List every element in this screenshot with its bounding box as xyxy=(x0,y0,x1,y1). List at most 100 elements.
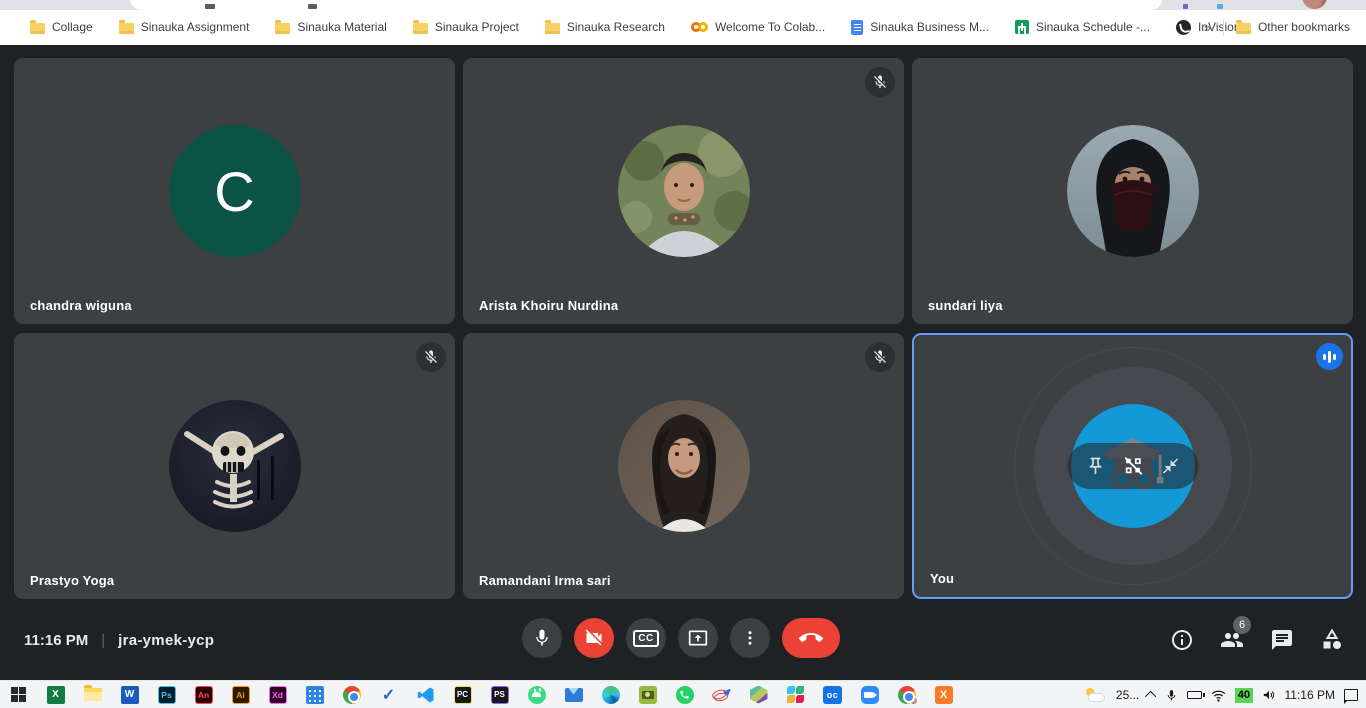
taskbar-android-studio[interactable] xyxy=(518,681,555,708)
participant-name: Prastyo Yoga xyxy=(30,573,114,588)
sheets-icon xyxy=(1015,20,1029,34)
participant-tile-arista[interactable]: Arista Khoiru Nurdina xyxy=(463,58,904,324)
taskbar-file-explorer[interactable] xyxy=(74,681,111,708)
action-center-icon[interactable] xyxy=(1344,689,1358,701)
photo-avatar xyxy=(618,125,750,257)
excel-icon: X xyxy=(47,686,65,704)
show-participants-button[interactable]: 6 xyxy=(1220,628,1244,652)
captions-button[interactable]: CC xyxy=(626,618,666,658)
mic-off-icon xyxy=(423,349,439,365)
taskbar-calendar-app[interactable] xyxy=(296,681,333,708)
bookmark-label: Welcome To Colab... xyxy=(715,20,825,34)
mic-icon xyxy=(532,628,552,648)
avatar-initial: C xyxy=(214,159,254,224)
tray-mic-icon[interactable] xyxy=(1165,689,1178,702)
chat-icon xyxy=(1270,628,1294,652)
taskbar-oc-app[interactable]: oc xyxy=(814,681,851,708)
extension-icon-partial[interactable] xyxy=(1217,4,1223,9)
bookmarks-overflow-chevron[interactable]: » xyxy=(1204,20,1211,35)
other-bookmarks-button[interactable]: Other bookmarks xyxy=(1236,20,1350,34)
bookmark-collage[interactable]: Collage xyxy=(30,20,93,34)
screen: Collage Sinauka Assignment Sinauka Mater… xyxy=(0,0,1366,708)
folder-icon xyxy=(1236,23,1251,34)
bookmark-sinauka-schedule[interactable]: Sinauka Schedule -... xyxy=(1015,20,1150,34)
blue-check-icon: ✓ xyxy=(382,685,395,705)
participant-tile-ramandani[interactable]: Ramandani Irma sari xyxy=(463,333,904,599)
weather-temp[interactable]: 25... xyxy=(1116,688,1139,702)
phpstorm-icon: PS xyxy=(491,686,509,704)
bookmark-label: Sinauka Assignment xyxy=(141,20,250,34)
browser-profile-avatar[interactable] xyxy=(1302,0,1327,9)
taskbar-animate[interactable]: An xyxy=(185,681,222,708)
taskbar-illustrator[interactable]: Ai xyxy=(222,681,259,708)
oc-blue-icon: oc xyxy=(823,686,842,704)
bookmark-sinauka-assignment[interactable]: Sinauka Assignment xyxy=(119,20,250,34)
pycharm-icon: PC xyxy=(454,686,472,704)
chat-button[interactable] xyxy=(1270,628,1294,652)
taskbar-vscode[interactable] xyxy=(407,681,444,708)
extension-icon-partial[interactable] xyxy=(1183,4,1188,9)
bookmark-sinauka-project[interactable]: Sinauka Project xyxy=(413,20,519,34)
taskbar-mail[interactable] xyxy=(555,681,592,708)
participant-name: Ramandani Irma sari xyxy=(479,573,611,588)
start-button[interactable] xyxy=(0,681,37,708)
bookmark-welcome-to-colab[interactable]: Welcome To Colab... xyxy=(691,20,825,34)
bookmark-label: Sinauka Project xyxy=(435,20,519,34)
taskbar-edge[interactable] xyxy=(592,681,629,708)
taskbar-slack[interactable] xyxy=(777,681,814,708)
colab-icon xyxy=(691,22,708,33)
taskbar-todo-app[interactable]: ✓ xyxy=(370,681,407,708)
taskbar-chrome-active[interactable] xyxy=(888,681,925,708)
taskbar-camera-app[interactable] xyxy=(629,681,666,708)
participant-tile-chandra-wiguna[interactable]: C chandra wiguna xyxy=(14,58,455,324)
browser-toolbar-partial xyxy=(0,0,1366,10)
taskbar-excel[interactable]: X xyxy=(37,681,74,708)
mic-button[interactable] xyxy=(522,618,562,658)
meeting-clock: 11:16 PM xyxy=(24,632,88,649)
camera-off-button[interactable] xyxy=(574,618,614,658)
unpin-grid-icon[interactable] xyxy=(1123,455,1145,477)
leave-call-button[interactable] xyxy=(782,618,840,658)
profile-overlay-badge xyxy=(909,696,918,705)
taskbar-xampp[interactable]: X xyxy=(925,681,962,708)
bookmarks-right-group: » Other bookmarks xyxy=(1204,10,1350,44)
taskbar-photoshop[interactable]: Ps xyxy=(148,681,185,708)
pin-icon[interactable] xyxy=(1086,456,1106,476)
bookmark-sinauka-business[interactable]: Sinauka Business M... xyxy=(851,20,989,35)
participant-tile-you[interactable]: You xyxy=(912,333,1353,599)
taskbar-word[interactable]: W xyxy=(111,681,148,708)
taskbar-video-app[interactable] xyxy=(851,681,888,708)
wifi-icon[interactable] xyxy=(1211,689,1226,702)
taskbar-phpstorm[interactable]: PS xyxy=(481,681,518,708)
more-options-button[interactable] xyxy=(730,618,770,658)
taskbar-hexagon-app[interactable] xyxy=(740,681,777,708)
battery-percent-badge[interactable]: 40 xyxy=(1235,688,1252,703)
activities-button[interactable] xyxy=(1320,628,1344,652)
participant-tile-prastyo[interactable]: Prastyo Yoga xyxy=(14,333,455,599)
taskbar-chrome[interactable] xyxy=(333,681,370,708)
bookmark-sinauka-material[interactable]: Sinauka Material xyxy=(275,20,386,34)
participant-tile-sundari[interactable]: sundari liya xyxy=(912,58,1353,324)
address-bar-partial[interactable] xyxy=(130,0,1162,10)
volume-icon[interactable] xyxy=(1262,688,1276,702)
taskbar-whatsapp[interactable] xyxy=(666,681,703,708)
photo-avatar xyxy=(1067,125,1199,257)
taskbar-clock[interactable]: 11:16 PM xyxy=(1285,688,1335,702)
battery-icon[interactable] xyxy=(1187,691,1202,699)
tray-overflow-chevron[interactable] xyxy=(1145,691,1156,702)
taskbar-pycharm[interactable]: PC xyxy=(444,681,481,708)
meeting-details-button[interactable] xyxy=(1170,628,1194,652)
bookmark-sinauka-research[interactable]: Sinauka Research xyxy=(545,20,665,34)
word-icon: W xyxy=(121,686,139,704)
omnibox-text-fragment xyxy=(205,4,215,9)
browser-chrome: Collage Sinauka Assignment Sinauka Mater… xyxy=(0,0,1366,45)
meeting-details[interactable]: 11:16 PM | jra-ymek-ycp xyxy=(24,600,214,680)
minimize-tile-icon[interactable] xyxy=(1162,457,1180,475)
taskbar-adobe-xd[interactable]: Xd xyxy=(259,681,296,708)
call-controls: CC xyxy=(522,618,840,658)
taskbar-red-rings-app[interactable] xyxy=(703,681,740,708)
activities-shapes-icon xyxy=(1320,628,1344,652)
weather-icon[interactable] xyxy=(1085,688,1107,703)
adobe-xd-icon: Xd xyxy=(269,686,287,704)
present-button[interactable] xyxy=(678,618,718,658)
